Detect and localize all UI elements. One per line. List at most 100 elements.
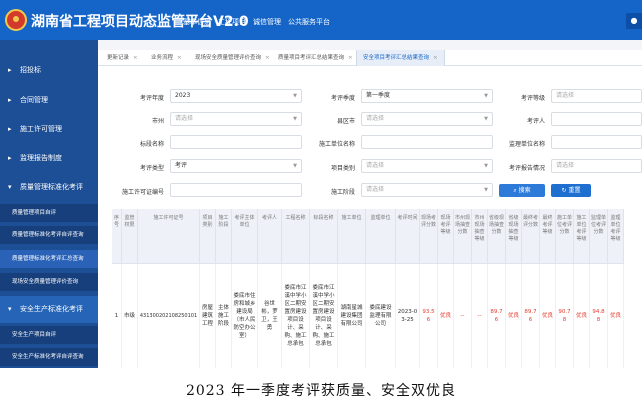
section-name-input[interactable] xyxy=(170,135,302,149)
cell-project: 娄底市江溪中学小区二期安置房建设项目设计、采购、施工总承包 xyxy=(282,264,310,368)
sidebar: ▸ 招投标 ▸ 合同管理 ▸ 施工许可管理 ▸ 监理报告制度 ▾ 质量管理标准化考评 质量… xyxy=(0,40,98,368)
chevron-right-icon: ▸ xyxy=(8,154,12,162)
th-assessor: 考评人 xyxy=(258,209,282,264)
type-label: 考评类型 xyxy=(139,165,164,172)
th-category: 项目类别 xyxy=(200,209,216,264)
year-select[interactable]: 2023 ▼ xyxy=(170,89,302,103)
district-select[interactable]: 请选择 ▼ xyxy=(361,112,493,126)
city-label: 市州 xyxy=(151,118,164,125)
district-label: 县区市 xyxy=(336,118,355,125)
th-prov-score: 省级现场抽查分数 xyxy=(488,209,506,264)
sidebar-item-contract[interactable]: ▸ 合同管理 xyxy=(0,87,98,114)
chevron-right-icon: ▸ xyxy=(8,66,12,74)
type-select[interactable]: 考评 ▼ xyxy=(170,159,302,173)
nav-credit[interactable]: 诚信管理 xyxy=(253,17,281,27)
supervisor-input[interactable] xyxy=(551,135,642,149)
category-label: 项目类别 xyxy=(330,165,355,172)
builder-label: 施工单位名称 xyxy=(318,141,355,148)
permit-input[interactable] xyxy=(170,183,302,197)
th-section: 标段名称 xyxy=(310,209,338,264)
sidebar-subitem-quality-self-query[interactable]: 质量管理标准化考评自评查询 xyxy=(0,226,98,244)
refresh-icon: ↻ xyxy=(561,187,567,194)
sidebar-item-bidding[interactable]: ▸ 招投标 xyxy=(0,57,98,84)
chevron-right-icon: ▸ xyxy=(8,125,12,133)
report-select[interactable]: 请选择 xyxy=(551,159,642,173)
close-icon[interactable]: × xyxy=(177,55,182,61)
grade-label: 考评等级 xyxy=(520,95,545,102)
category-select[interactable]: 请选择 ▼ xyxy=(361,159,493,173)
sidebar-subitem-safety-self-query[interactable]: 安全生产标准化考评自评查询 xyxy=(0,348,98,366)
quarter-select[interactable]: 第一季度 ▼ xyxy=(361,89,493,103)
grade-select[interactable]: 请选择 xyxy=(551,89,642,103)
search-button[interactable]: ⌕ 搜索 xyxy=(499,184,545,197)
cell-site-grade: 优良 xyxy=(438,264,454,368)
city-select[interactable]: 请选择 ▼ xyxy=(170,112,302,126)
sidebar-item-supervision[interactable]: ▸ 监理报告制度 xyxy=(0,145,98,172)
cell-prov-score: 89.76 xyxy=(488,264,506,368)
tab-update-log[interactable]: 更新记录 × xyxy=(107,50,138,66)
cell-assessor: 谷世彬，罗卫，王勇 xyxy=(258,264,282,368)
sidebar-item-quality[interactable]: ▾ 质量管理标准化考评 xyxy=(0,174,98,201)
sidebar-item-permit[interactable]: ▸ 施工许可管理 xyxy=(0,116,98,143)
sidebar-subitem-quality-summary[interactable]: 质量管理标准化考评汇总查询 xyxy=(0,250,98,268)
th-stage: 施工阶段 xyxy=(216,209,232,264)
assessor-input[interactable] xyxy=(551,112,642,126)
assessor-label: 考评人 xyxy=(526,118,545,125)
close-icon[interactable]: × xyxy=(433,55,438,61)
tab-site-eval[interactable]: 现场安全质量管理评价查询 × xyxy=(195,50,270,66)
cell-site-score: 93.56 xyxy=(420,264,438,368)
close-icon[interactable]: × xyxy=(133,55,138,61)
image-caption: 2023 年一季度考评获质量、安全双优良 xyxy=(185,383,457,399)
permit-label: 施工许可证编号 xyxy=(121,189,164,196)
th-supervisor: 监理单位 xyxy=(366,209,396,264)
sidebar-subitem-quality-self[interactable]: 质量管理项目自评 xyxy=(0,204,98,222)
national-emblem-icon xyxy=(5,9,27,31)
close-icon[interactable]: × xyxy=(348,55,353,61)
results-table: 序号 监管权限 施工许可证号 项目类别 施工阶段 考评主体单位 考评人 工程名称… xyxy=(112,209,642,368)
close-icon[interactable]: × xyxy=(265,55,270,61)
quarter-label: 考评季度 xyxy=(330,95,355,102)
tab-workflow[interactable]: 业务流程 × xyxy=(151,50,182,66)
sidebar-subitem-site-eval[interactable]: 现场安全质量管理评价查询 xyxy=(0,273,98,291)
th-final-score: 最终考评分数 xyxy=(522,209,540,264)
builder-input[interactable] xyxy=(361,135,493,149)
th-builder-grade: 施工单位考评等级 xyxy=(574,209,590,264)
th-site-score: 现场考评分数 xyxy=(420,209,438,264)
chevron-down-icon: ▾ xyxy=(8,183,12,191)
th-final-grade: 最终考评等级 xyxy=(540,209,556,264)
screenshot: 湖南省工程项目动态监管平台V2.0 基本信息 工程项目 诚信管理 公共服务平台 … xyxy=(0,0,642,368)
cell-final-grade: 优良 xyxy=(540,264,556,368)
nav-projects[interactable]: 工程项目 xyxy=(218,17,246,27)
th-prov-grade: 省级现场抽查等级 xyxy=(506,209,522,264)
cell-date: 2023-03-25 xyxy=(396,264,420,368)
cell-builder-score: 90.78 xyxy=(556,264,574,368)
tab-safety-summary[interactable]: 安全项目考评汇总结果查询 × xyxy=(356,50,445,66)
sidebar-item-safety[interactable]: ▾ 安全生产标准化考评 xyxy=(0,296,98,323)
th-builder: 施工单位 xyxy=(338,209,366,264)
reset-button[interactable]: ↻ 重置 xyxy=(551,184,591,197)
search-icon: ⌕ xyxy=(513,187,517,194)
cell-supervisor: 娄底建设监理有限公司 xyxy=(366,264,396,368)
year-label: 考评年度 xyxy=(139,95,164,102)
nav-public-service[interactable]: 公共服务平台 xyxy=(288,17,330,27)
report-label: 考评报告情况 xyxy=(508,165,545,172)
tab-quality-summary[interactable]: 质量项目考评汇总结果查询 × xyxy=(278,50,353,66)
chevron-down-icon: ▾ xyxy=(8,305,12,313)
user-icon[interactable]: ● xyxy=(626,13,642,29)
chevron-down-icon: ▼ xyxy=(484,187,488,193)
stage-select[interactable]: 请选择 ▼ xyxy=(361,183,493,197)
cell-assessor-org: 娄底市住房和城乡建设局（市人民防空办公室） xyxy=(232,264,258,368)
sidebar-subitem-safety-self[interactable]: 安全生产项目自评 xyxy=(0,326,98,344)
cell-supervisor-score: 94.88 xyxy=(590,264,608,368)
cell-final-score: 89.76 xyxy=(522,264,540,368)
cell-section: 娄底市江溪中学小区二期安置房建设项目设计、采购、施工总承包 xyxy=(310,264,338,368)
chevron-right-icon: ▸ xyxy=(8,96,12,104)
nav-basic-info[interactable]: 基本信息 xyxy=(183,17,211,27)
th-supervisor-grade: 监理单位考评等级 xyxy=(608,209,624,264)
cell-authority: 市级 xyxy=(122,264,138,368)
tab-bar: 更新记录 × 业务流程 × 现场安全质量管理评价查询 × 质量项目考评汇总结果查询 × … xyxy=(98,50,642,66)
cell-stage: 主体施工阶段 xyxy=(216,264,232,368)
th-date: 考评时间 xyxy=(396,209,420,264)
th-permit-no: 施工许可证号 xyxy=(138,209,200,264)
cell-city-grade: -- xyxy=(472,264,488,368)
